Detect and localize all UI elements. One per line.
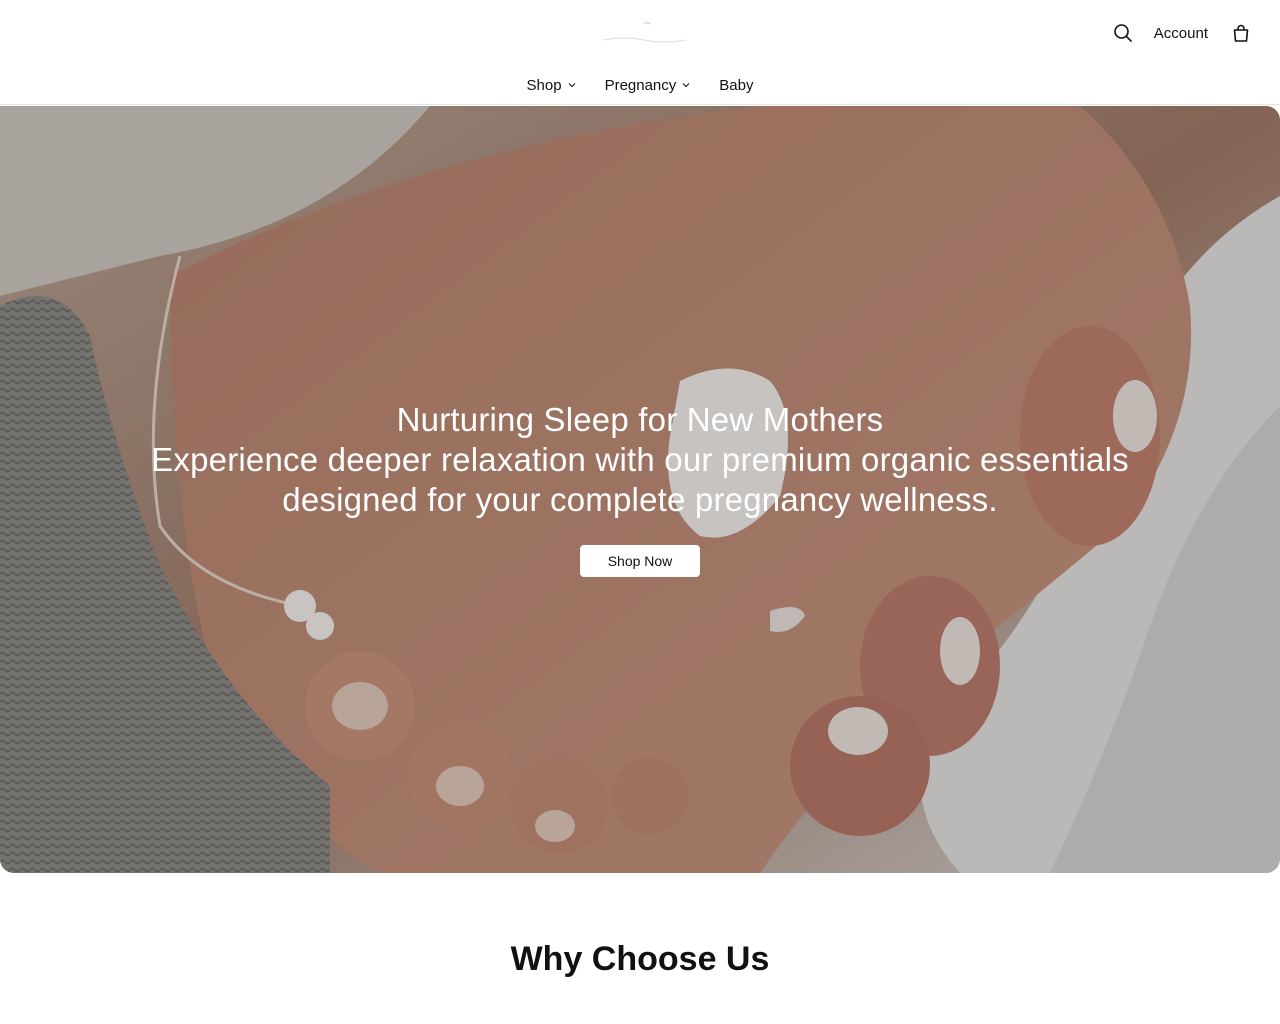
hero-banner: Nurturing Sleep for New Mothers Experien… — [0, 106, 1280, 873]
header-actions: Account — [1108, 18, 1256, 48]
nav-item-pregnancy[interactable]: Pregnancy — [605, 77, 692, 94]
hero-subtitle: Experience deeper relaxation with our pr… — [151, 441, 1129, 518]
chevron-down-icon — [682, 83, 690, 88]
nav-item-baby[interactable]: Baby — [719, 77, 753, 94]
logo-mark-icon — [603, 21, 687, 43]
nav-item-shop[interactable]: Shop — [527, 77, 577, 94]
search-icon[interactable] — [1108, 18, 1138, 48]
nav-item-label: Baby — [719, 76, 754, 94]
nav-item-label: Pregnancy — [604, 76, 677, 94]
hero-title: Nurturing Sleep for New Mothers — [396, 401, 884, 438]
section-heading: Why Choose Us — [510, 940, 770, 978]
main-nav: Shop Pregnancy Baby — [0, 70, 1280, 100]
site-header: Account Shop Pregnancy Baby — [0, 0, 1280, 105]
chevron-down-icon — [568, 83, 575, 88]
hero-content: Nurturing Sleep for New Mothers Experien… — [0, 400, 1280, 577]
account-link[interactable]: Account — [1154, 25, 1208, 42]
brand-logo[interactable] — [600, 18, 690, 48]
shopping-bag-icon[interactable] — [1226, 18, 1256, 48]
shop-now-button[interactable]: Shop Now — [580, 545, 700, 577]
nav-item-label: Shop — [526, 76, 562, 94]
